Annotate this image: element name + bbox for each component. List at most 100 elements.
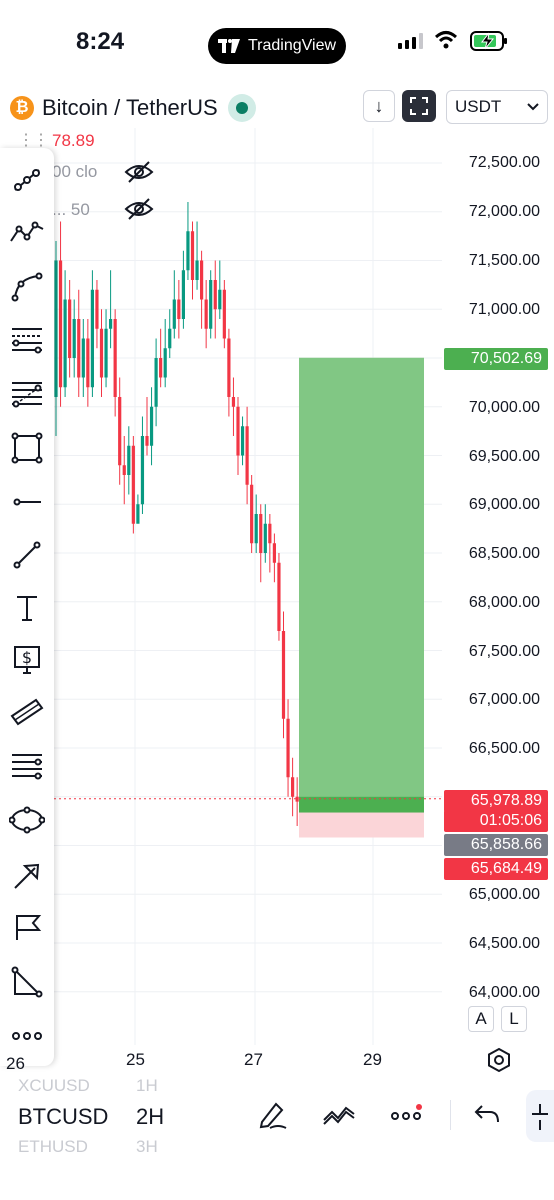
prev-symbol[interactable]: XCUUSD [18, 1076, 90, 1096]
tradingview-logo-icon [217, 39, 240, 53]
candle-body [90, 289, 94, 388]
svg-text:$: $ [22, 648, 32, 667]
ellipse-icon [9, 806, 45, 834]
market-status-icon[interactable] [227, 94, 256, 122]
ray-tool[interactable] [9, 537, 45, 573]
more-menu-button[interactable] [390, 1104, 424, 1129]
rectangle-icon [11, 432, 43, 464]
tradingview-pill: TradingView [208, 28, 346, 64]
pen-drawing-icon[interactable] [256, 1098, 288, 1130]
candle-body [204, 299, 208, 329]
candle-body [63, 299, 67, 388]
indicators-icon[interactable] [322, 1098, 356, 1130]
panel-toggle-button[interactable] [526, 1090, 554, 1142]
currency-select[interactable]: USDT [446, 90, 548, 124]
candle-body [86, 338, 90, 388]
candle-body [131, 445, 135, 524]
price-axis-label: 68,500.00 [468, 545, 540, 562]
fullscreen-button[interactable] [402, 90, 436, 122]
symbol-title[interactable]: Bitcoin / TetherUS [42, 95, 218, 121]
ellipse-tool[interactable] [9, 802, 45, 838]
candle-body [213, 280, 217, 310]
prev-interval[interactable]: 1H [136, 1076, 158, 1096]
fib-extension-tool[interactable] [9, 376, 45, 412]
candle-body [118, 397, 122, 466]
current-symbol[interactable]: BTCUSD [18, 1104, 108, 1130]
target-price-tag: 70,502.69 [444, 348, 548, 370]
candle-body [145, 436, 149, 446]
candle-body [99, 328, 104, 378]
price-axis-label: 64,500.00 [468, 935, 540, 952]
ray-icon [13, 541, 41, 569]
candle-body [222, 289, 226, 339]
triangle-measure-icon [11, 966, 43, 998]
price-axis-label: 71,000.00 [468, 301, 540, 318]
curve-tool[interactable] [9, 268, 45, 304]
scroll-to-latest-button[interactable]: ↓ [363, 90, 395, 122]
hidden-eye-icon[interactable] [124, 160, 154, 184]
horizontal-ray-tool[interactable] [9, 484, 45, 520]
drag-handle-icon[interactable]: ⋮⋮ [18, 130, 49, 150]
chart-settings-icon[interactable] [486, 1047, 512, 1073]
time-label-partial: 26 [6, 1054, 25, 1073]
bar-countdown-tag: 01:05:06 [444, 810, 548, 832]
price-axis-label: 66,500.00 [468, 740, 540, 757]
undo-icon[interactable] [472, 1098, 502, 1130]
stop-price-tag: 65,684.49 [444, 858, 548, 880]
tradingview-label: TradingView [247, 37, 337, 54]
candle-body [227, 338, 231, 397]
sliders-icon [532, 1104, 548, 1130]
hidden-eye-icon[interactable] [124, 197, 154, 221]
candle-body [58, 260, 63, 388]
legend-indicator-1[interactable]: 00 clo [52, 162, 97, 182]
price-label-tool[interactable]: $ [9, 642, 45, 678]
trend-line-icon [14, 169, 40, 191]
target-zone [299, 357, 424, 811]
candle-body [263, 523, 267, 553]
trend-line-tool[interactable] [9, 162, 45, 198]
parallel-channel-tool[interactable] [9, 694, 45, 730]
log-scale-button[interactable]: L [501, 1006, 527, 1032]
price-axis-label: 68,000.00 [468, 594, 540, 611]
price-axis-label: 71,500.00 [468, 252, 540, 269]
price-axis-label: 72,000.00 [468, 203, 540, 220]
horizontal-lines-icon [12, 754, 42, 780]
time-label: 29 [363, 1050, 382, 1069]
legend-indicator-2[interactable]: ... 50 [52, 200, 90, 220]
pattern-tool[interactable] [9, 215, 45, 251]
dollar-sign-icon: $ [14, 646, 40, 674]
current-interval[interactable]: 2H [136, 1104, 164, 1130]
fib-levels-tool[interactable] [9, 748, 45, 784]
symbol-header[interactable]: ₿ Bitcoin / TetherUS [10, 90, 256, 126]
next-interval[interactable]: 3H [136, 1137, 158, 1157]
candle-body [218, 289, 222, 310]
flag-tool[interactable] [9, 910, 45, 946]
arrow-tool[interactable] [9, 858, 45, 894]
zigzag-pattern-icon [10, 221, 44, 242]
price-axis-label: 65,000.00 [468, 886, 540, 903]
candle-body [186, 231, 190, 271]
text-tool[interactable] [9, 590, 45, 626]
chevron-down-icon [527, 103, 539, 111]
next-symbol[interactable]: ETHUSD [18, 1137, 88, 1157]
candle-body [277, 562, 281, 631]
candle-body [259, 514, 263, 553]
rectangle-tool[interactable] [9, 430, 45, 466]
status-bar: 8:24 TradingView [0, 0, 554, 90]
candle-body [291, 777, 295, 797]
candle-body [127, 445, 131, 475]
measure-tool[interactable] [9, 964, 45, 1000]
more-tools-button[interactable] [9, 1018, 45, 1054]
wifi-icon [434, 31, 458, 49]
candle-body [268, 523, 272, 544]
battery-charging-icon [470, 31, 507, 51]
candle-body [190, 231, 195, 280]
stop-zone [299, 810, 424, 838]
drawing-toolbar: $ [0, 148, 54, 1066]
candle-body [159, 358, 163, 378]
candle-body [172, 299, 176, 329]
auto-scale-button[interactable]: A [468, 1006, 494, 1032]
fib-retracement-tool[interactable] [9, 322, 45, 358]
fib-extension-icon [12, 382, 42, 408]
candle-body [104, 328, 108, 378]
